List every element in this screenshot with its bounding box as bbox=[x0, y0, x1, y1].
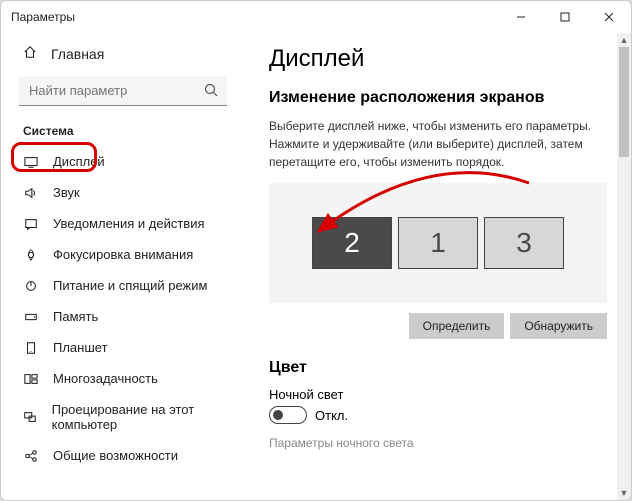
sidebar-item-label: Дисплей bbox=[53, 154, 105, 169]
scrollbar[interactable]: ▲ ▼ bbox=[617, 33, 631, 500]
monitor-1[interactable]: 1 bbox=[398, 217, 478, 269]
monitor-3[interactable]: 3 bbox=[484, 217, 564, 269]
tablet-icon bbox=[23, 341, 39, 355]
multitasking-icon bbox=[23, 372, 39, 386]
scroll-thumb[interactable] bbox=[619, 47, 629, 157]
sidebar-item-label: Планшет bbox=[53, 340, 108, 355]
power-icon bbox=[23, 279, 39, 293]
color-heading: Цвет bbox=[269, 359, 607, 377]
sidebar-item-label: Общие возможности bbox=[53, 448, 178, 463]
sidebar-item-label: Питание и спящий режим bbox=[53, 278, 207, 293]
group-title: Система bbox=[1, 120, 245, 146]
storage-icon bbox=[23, 310, 39, 324]
sidebar-item-label: Звук bbox=[53, 185, 80, 200]
projecting-icon bbox=[23, 410, 38, 424]
sound-icon bbox=[23, 186, 39, 200]
notifications-icon bbox=[23, 217, 39, 231]
sidebar: Главная Система Дисплей Звук Уведомления… bbox=[1, 33, 245, 500]
close-button[interactable] bbox=[587, 1, 631, 33]
sidebar-item-label: Фокусировка внимания bbox=[53, 247, 193, 262]
search-icon bbox=[203, 82, 219, 103]
monitor-area[interactable]: 2 1 3 bbox=[269, 183, 607, 303]
sidebar-item-label: Уведомления и действия bbox=[53, 216, 205, 231]
monitor-buttons: Определить Обнаружить bbox=[269, 313, 607, 339]
sidebar-item-tablet[interactable]: Планшет bbox=[1, 332, 245, 363]
focus-icon bbox=[23, 248, 39, 262]
maximize-button[interactable] bbox=[543, 1, 587, 33]
window-body: Главная Система Дисплей Звук Уведомления… bbox=[1, 33, 631, 500]
settings-window: Параметры Главная Система Дисплей bbox=[0, 0, 632, 501]
rearrange-heading: Изменение расположения экранов bbox=[269, 89, 607, 107]
scroll-down-icon[interactable]: ▼ bbox=[619, 488, 629, 498]
home-icon bbox=[23, 45, 37, 62]
sidebar-item-multitasking[interactable]: Многозадачность bbox=[1, 363, 245, 394]
nightlight-toggle-row: Откл. bbox=[269, 406, 607, 424]
display-icon bbox=[23, 155, 39, 169]
scroll-up-icon[interactable]: ▲ bbox=[619, 35, 629, 45]
page-title: Дисплей bbox=[269, 45, 607, 73]
sidebar-item-focus[interactable]: Фокусировка внимания bbox=[1, 239, 245, 270]
home-link[interactable]: Главная bbox=[1, 41, 245, 66]
search-input[interactable] bbox=[19, 76, 227, 106]
toggle-state: Откл. bbox=[315, 408, 348, 423]
shared-icon bbox=[23, 449, 39, 463]
sidebar-item-shared[interactable]: Общие возможности bbox=[1, 440, 245, 471]
search-wrap bbox=[19, 76, 227, 106]
nightlight-params-link[interactable]: Параметры ночного света bbox=[269, 436, 607, 450]
minimize-button[interactable] bbox=[499, 1, 543, 33]
monitor-2[interactable]: 2 bbox=[312, 217, 392, 269]
detect-button[interactable]: Обнаружить bbox=[510, 313, 607, 339]
sidebar-item-storage[interactable]: Память bbox=[1, 301, 245, 332]
sidebar-item-sound[interactable]: Звук bbox=[1, 177, 245, 208]
identify-button[interactable]: Определить bbox=[409, 313, 505, 339]
home-label: Главная bbox=[51, 46, 104, 62]
nightlight-toggle[interactable] bbox=[269, 406, 307, 424]
sidebar-item-power[interactable]: Питание и спящий режим bbox=[1, 270, 245, 301]
sidebar-item-label: Многозадачность bbox=[53, 371, 158, 386]
titlebar: Параметры bbox=[1, 1, 631, 33]
window-controls bbox=[499, 1, 631, 33]
rearrange-desc: Выберите дисплей ниже, чтобы изменить ег… bbox=[269, 117, 607, 171]
sidebar-item-display[interactable]: Дисплей bbox=[1, 146, 245, 177]
sidebar-item-notifications[interactable]: Уведомления и действия bbox=[1, 208, 245, 239]
sidebar-item-projecting[interactable]: Проецирование на этот компьютер bbox=[1, 394, 245, 440]
window-title: Параметры bbox=[11, 10, 75, 24]
sidebar-item-label: Память bbox=[53, 309, 98, 324]
nightlight-label: Ночной свет bbox=[269, 387, 607, 402]
content-area: Дисплей Изменение расположения экранов В… bbox=[245, 33, 631, 500]
sidebar-item-label: Проецирование на этот компьютер bbox=[52, 402, 245, 432]
